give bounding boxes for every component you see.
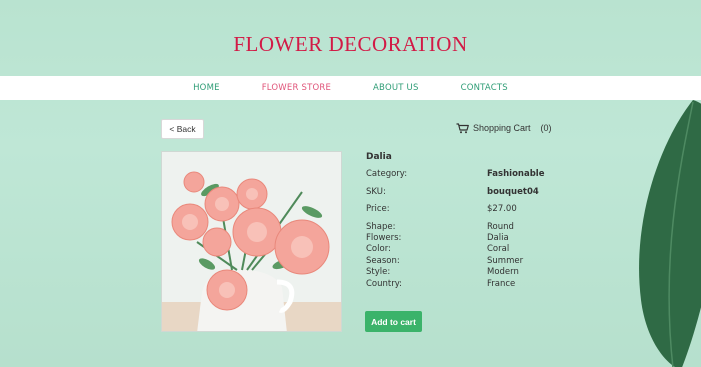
- shopping-cart-link[interactable]: Shopping Cart (0): [456, 121, 552, 135]
- spec-row-country: Country: France: [366, 279, 566, 291]
- detail-value: $27.00: [487, 204, 517, 214]
- product-name: Dalia: [366, 152, 392, 162]
- nav-about-us[interactable]: ABOUT US: [373, 83, 419, 93]
- nav-flower-store[interactable]: FLOWER STORE: [262, 83, 331, 93]
- spec-key: Season:: [366, 256, 400, 266]
- nav-contacts[interactable]: CONTACTS: [461, 83, 508, 93]
- spec-value: Summer: [487, 256, 524, 266]
- detail-row-sku: SKU: bouquet04: [366, 187, 566, 199]
- detail-value: Fashionable: [487, 169, 545, 179]
- nav-home[interactable]: HOME: [193, 83, 220, 93]
- back-button[interactable]: < Back: [161, 119, 204, 139]
- spec-key: Style:: [366, 267, 391, 277]
- main-nav: HOME FLOWER STORE ABOUT US CONTACTS: [0, 76, 701, 100]
- detail-row-category: Category: Fashionable: [366, 169, 566, 181]
- site-title: FLOWER DECORATION: [233, 32, 468, 56]
- pink-dahlia-bouquet-photo: [162, 152, 341, 331]
- spec-key: Shape:: [366, 222, 396, 232]
- spec-row-style: Style: Modern: [366, 267, 566, 279]
- spec-key: Flowers:: [366, 233, 402, 243]
- spec-row-color: Color: Coral: [366, 244, 566, 256]
- cart-count: (0): [540, 123, 552, 133]
- spec-value: Dalia: [487, 233, 509, 243]
- detail-row-price: Price: $27.00: [366, 204, 566, 216]
- spec-value: Coral: [487, 244, 510, 254]
- spec-value: Round: [487, 222, 514, 232]
- shopping-cart-icon: [456, 122, 469, 133]
- decorative-leaf-icon: [639, 100, 701, 367]
- spec-key: Color:: [366, 244, 391, 254]
- spec-value: France: [487, 279, 516, 289]
- detail-key: Category:: [366, 169, 408, 179]
- spec-key: Country:: [366, 279, 403, 289]
- cart-label: Shopping Cart: [473, 123, 531, 133]
- detail-key: Price:: [366, 204, 390, 214]
- product-photo: [161, 151, 342, 332]
- add-to-cart-button[interactable]: Add to cart: [365, 311, 422, 332]
- detail-value: bouquet04: [487, 187, 539, 197]
- spec-value: Modern: [487, 267, 519, 277]
- detail-key: SKU:: [366, 187, 386, 197]
